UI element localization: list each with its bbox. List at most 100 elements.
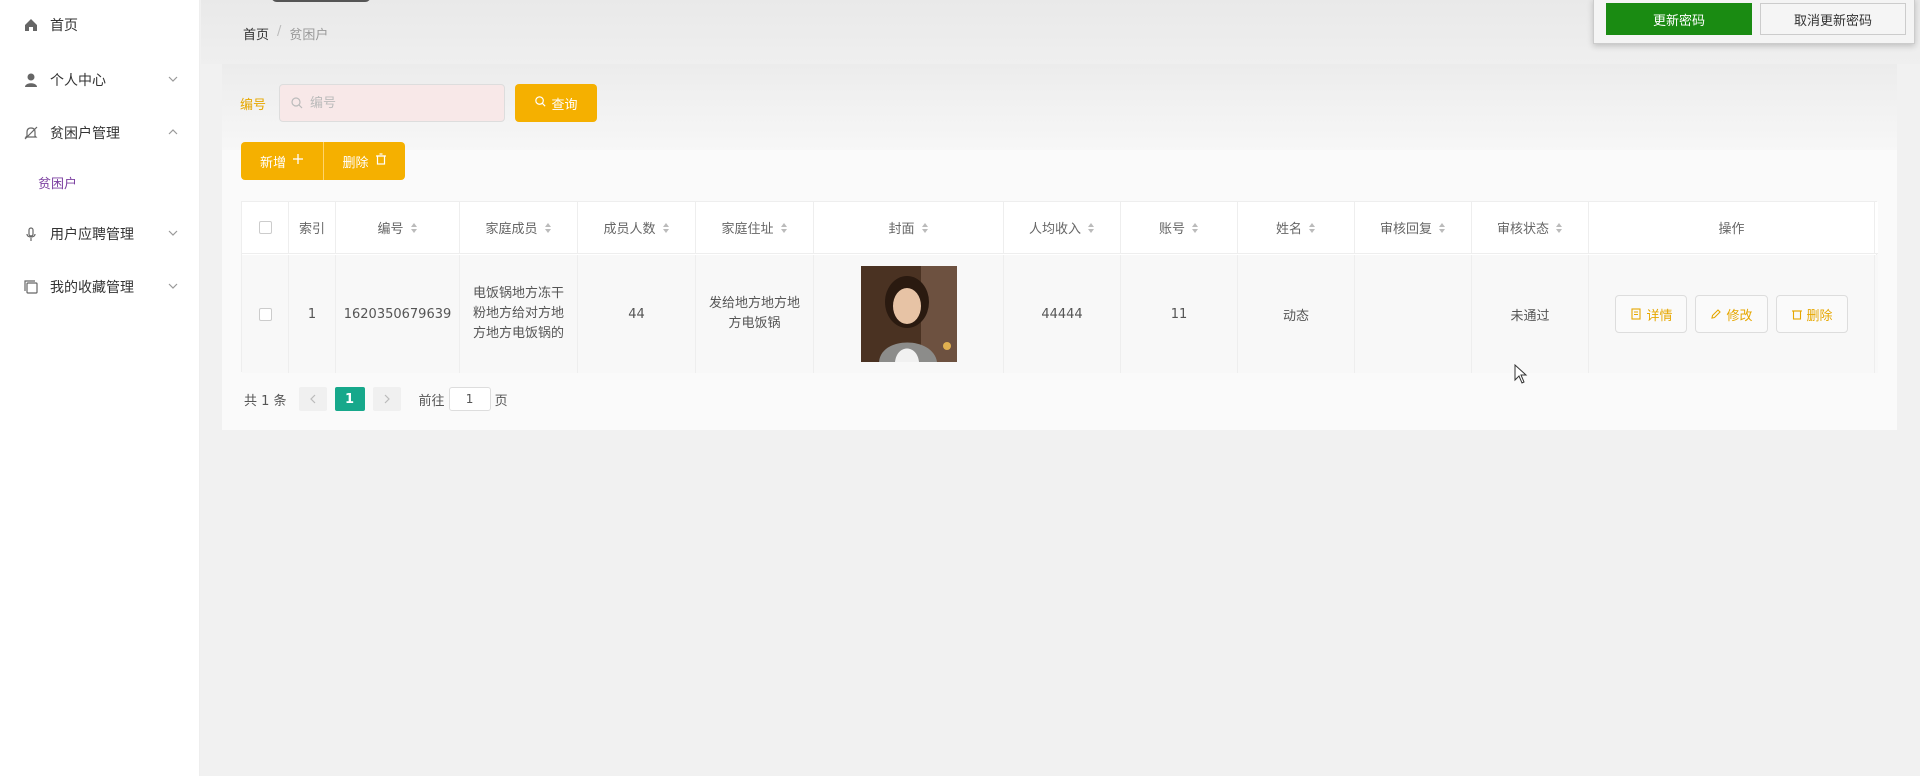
header-account[interactable]: 账号 xyxy=(1121,202,1238,253)
sidebar-item-home[interactable]: 首页 xyxy=(0,5,200,45)
sidebar-item-label: 用户应聘管理 xyxy=(50,227,134,243)
sort-icon[interactable] xyxy=(1087,222,1095,234)
data-table: 索引 编号 家庭成员 成员人数 家庭住址 封面 人均收入 账号 姓名 审核回复 … xyxy=(241,201,1878,373)
cell-address: 发给地方地方地方电饭锅 xyxy=(696,255,814,373)
header-name[interactable]: 姓名 xyxy=(1238,202,1355,253)
chevron-down-icon xyxy=(166,279,180,293)
content-panel: 编号 查询 新增 删除 索引 编号 家庭成员 成员人数 家庭住址 封面 xyxy=(222,64,1897,430)
table-row: 1 1620350679639 电饭锅地方冻干粉地方给对方地方地方电饭锅的 44… xyxy=(242,255,1878,373)
goto-page-input[interactable]: 1 xyxy=(448,387,491,411)
cell-name: 动态 xyxy=(1238,255,1355,373)
sort-icon[interactable] xyxy=(410,222,418,234)
search-box[interactable] xyxy=(279,84,505,122)
detail-button[interactable]: 详情 xyxy=(1615,295,1688,333)
goto-label: 前往 xyxy=(418,393,445,409)
sidebar-subitem-poor-household[interactable]: 贫困户 xyxy=(0,162,200,202)
sidebar-item-poor-households[interactable]: 贫困户管理 xyxy=(0,113,200,153)
mouse-cursor-icon xyxy=(1514,364,1528,384)
sidebar-item-label: 我的收藏管理 xyxy=(50,280,134,296)
chevron-up-icon xyxy=(166,125,180,139)
breadcrumb: 首页 / 贫困户 xyxy=(243,24,328,43)
query-button-label: 查询 xyxy=(551,97,578,113)
home-icon xyxy=(22,16,40,34)
cell-reply xyxy=(1355,255,1472,373)
breadcrumb-separator: / xyxy=(277,24,282,39)
header-number[interactable]: 编号 xyxy=(336,202,460,253)
query-button[interactable]: 查询 xyxy=(515,84,597,122)
trash-icon xyxy=(1791,310,1802,320)
select-all-checkbox[interactable] xyxy=(258,221,272,234)
search-icon xyxy=(534,95,547,112)
page-number-button[interactable]: 1 xyxy=(334,387,365,411)
header-index: 索引 xyxy=(289,202,336,253)
header-member-count[interactable]: 成员人数 xyxy=(578,202,696,253)
search-label: 编号 xyxy=(240,98,267,113)
row-select[interactable] xyxy=(242,255,289,373)
header-select-all[interactable] xyxy=(242,202,289,253)
sidebar-item-label: 个人中心 xyxy=(50,73,106,89)
breadcrumb-home[interactable]: 首页 xyxy=(243,24,269,43)
sidebar-subitem-label: 贫困户 xyxy=(38,176,78,192)
cell-member-count: 44 xyxy=(578,255,696,373)
cell-cover xyxy=(814,255,1004,373)
sort-icon[interactable] xyxy=(662,222,670,234)
sort-icon[interactable] xyxy=(544,222,552,234)
sidebar-item-favorites[interactable]: 我的收藏管理 xyxy=(0,267,200,307)
sort-icon[interactable] xyxy=(1308,222,1316,234)
header-address[interactable]: 家庭住址 xyxy=(696,202,814,253)
cancel-update-password-button[interactable]: 取消更新密码 xyxy=(1760,3,1906,35)
edit-button[interactable]: 修改 xyxy=(1695,295,1768,333)
cell-index: 1 xyxy=(289,255,336,373)
batch-delete-label: 删除 xyxy=(342,155,369,171)
sidebar-item-label: 贫困户管理 xyxy=(50,126,120,142)
bell-icon xyxy=(22,124,40,142)
chevron-right-icon xyxy=(384,394,390,404)
plus-icon xyxy=(292,153,304,169)
sidebar: 首页 个人中心 贫困户管理 贫困户 用户应聘管理 我的收藏管理 xyxy=(0,0,200,776)
sort-icon[interactable] xyxy=(1555,222,1563,234)
sidebar-item-personal[interactable]: 个人中心 xyxy=(0,60,200,100)
table-header: 索引 编号 家庭成员 成员人数 家庭住址 封面 人均收入 账号 姓名 审核回复 … xyxy=(242,202,1878,254)
user-icon xyxy=(22,71,40,89)
search-icon xyxy=(290,96,304,110)
add-button-label: 新增 xyxy=(259,155,286,171)
prev-page-button[interactable] xyxy=(298,387,327,411)
chevron-down-icon xyxy=(166,72,180,86)
update-password-button[interactable]: 更新密码 xyxy=(1606,3,1752,35)
cover-image[interactable] xyxy=(860,266,957,362)
page-unit: 页 xyxy=(494,393,508,409)
cell-operations: 详情 修改 删除 xyxy=(1589,255,1875,373)
header-cover[interactable]: 封面 xyxy=(814,202,1004,253)
delete-button[interactable]: 删除 xyxy=(1775,295,1848,333)
chevron-down-icon xyxy=(166,226,180,240)
sort-icon[interactable] xyxy=(1438,222,1446,234)
cell-account: 11 xyxy=(1121,255,1238,373)
sidebar-item-label: 首页 xyxy=(50,18,78,34)
sort-icon[interactable] xyxy=(780,222,788,234)
cell-income: 44444 xyxy=(1004,255,1121,373)
cell-number: 1620350679639 xyxy=(336,255,460,373)
search-input[interactable] xyxy=(310,95,490,111)
trash-icon xyxy=(375,153,387,169)
copy-icon xyxy=(22,278,40,296)
sort-icon[interactable] xyxy=(921,222,929,234)
header-status[interactable]: 审核状态 xyxy=(1472,202,1589,253)
header-reply[interactable]: 审核回复 xyxy=(1355,202,1472,253)
breadcrumb-current: 贫困户 xyxy=(289,28,329,43)
batch-delete-button[interactable]: 删除 xyxy=(323,142,405,180)
next-page-button[interactable] xyxy=(372,387,401,411)
sidebar-item-job-applications[interactable]: 用户应聘管理 xyxy=(0,214,200,254)
cell-status: 未通过 xyxy=(1472,255,1589,373)
header-income[interactable]: 人均收入 xyxy=(1004,202,1121,253)
header-decoration xyxy=(271,0,371,2)
mic-icon xyxy=(22,225,40,243)
document-icon xyxy=(1631,308,1642,320)
pagination: 共 1 条 1 前往 1 页 xyxy=(244,387,508,411)
header-members[interactable]: 家庭成员 xyxy=(460,202,578,253)
add-button[interactable]: 新增 xyxy=(241,142,323,180)
row-checkbox[interactable] xyxy=(258,307,272,321)
chevron-left-icon xyxy=(309,394,315,404)
sort-icon[interactable] xyxy=(1191,222,1199,234)
header-operations: 操作 xyxy=(1589,202,1875,253)
edit-icon xyxy=(1711,309,1722,319)
